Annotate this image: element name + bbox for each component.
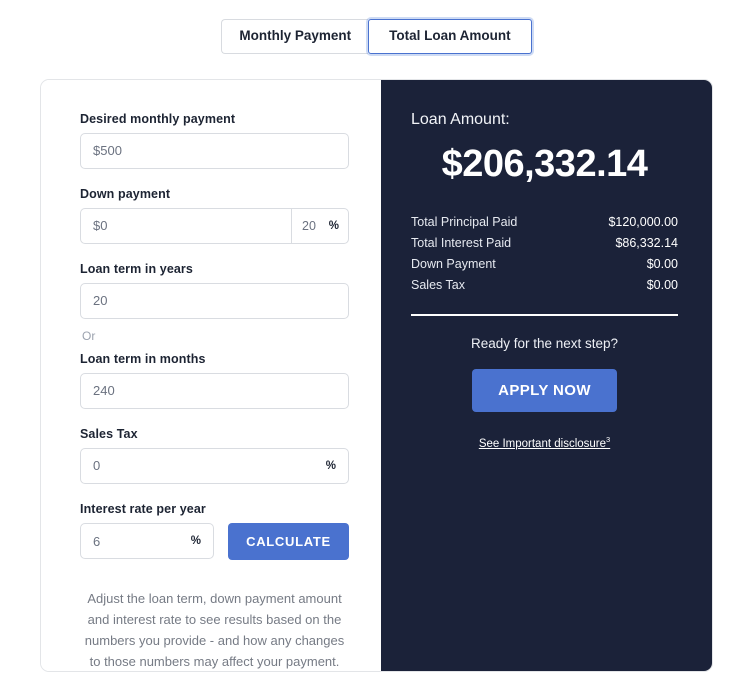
field-sales-tax: Sales Tax 0 % — [80, 427, 349, 484]
breakdown-value: $86,332.14 — [615, 236, 678, 250]
interest-rate-row: 6 % CALCULATE — [80, 522, 349, 560]
input-down-payment-percent[interactable]: 20 % — [291, 207, 349, 244]
disclosure-link[interactable]: See Important disclosure3 — [478, 434, 611, 450]
breakdown-label: Sales Tax — [411, 278, 465, 292]
input-loan-term-months-value: 240 — [93, 383, 115, 398]
label-interest-rate: Interest rate per year — [80, 501, 206, 516]
percent-symbol-icon: % — [325, 459, 336, 472]
input-interest-rate[interactable]: 6 % — [80, 523, 214, 559]
input-down-payment-amount-value: $0 — [93, 218, 108, 233]
field-down-payment: Down payment $0 20 % — [80, 187, 349, 244]
loan-form-pane: Desired monthly payment $500 Down paymen… — [41, 79, 381, 671]
apply-now-button[interactable]: APPLY NOW — [472, 368, 617, 412]
input-desired-monthly-payment-value: $500 — [93, 143, 122, 158]
input-down-payment-amount[interactable]: $0 — [80, 207, 291, 244]
tab-group: Monthly Payment Total Loan Amount — [221, 19, 532, 54]
calculator-card: Desired monthly payment $500 Down paymen… — [40, 78, 713, 672]
calculator-card-wrapper: Desired monthly payment $500 Down paymen… — [0, 54, 753, 672]
disclosure-link-text: See Important disclosure — [478, 437, 607, 450]
calculate-button[interactable]: CALCULATE — [228, 522, 349, 560]
input-down-payment-percent-value: 20 — [302, 218, 316, 233]
label-sales-tax: Sales Tax — [80, 426, 138, 441]
field-loan-term-years: Loan term in years 20 — [80, 262, 349, 319]
breakdown-label: Total Principal Paid — [411, 215, 518, 229]
next-step-prompt: Ready for the next step? — [470, 335, 619, 351]
field-interest-rate: Interest rate per year 6 % CALCULATE — [80, 502, 349, 560]
percent-symbol-icon: % — [190, 535, 201, 547]
loan-amount-value: $206,332.14 — [441, 142, 648, 185]
input-loan-term-years[interactable]: 20 — [80, 282, 349, 319]
disclosure-footnote-marker: 3 — [606, 434, 611, 444]
input-sales-tax[interactable]: 0 % — [80, 447, 349, 484]
breakdown-value: $0.00 — [646, 257, 678, 271]
disclosure-wrapper: See Important disclosure3 — [411, 434, 678, 452]
results-title: Loan Amount: — [411, 110, 510, 128]
input-loan-term-years-value: 20 — [93, 293, 108, 308]
breakdown-row: Total Interest Paid $86,332.14 — [411, 233, 678, 254]
tab-total-loan-amount[interactable]: Total Loan Amount — [368, 19, 532, 54]
section-divider — [411, 313, 678, 316]
input-desired-monthly-payment[interactable]: $500 — [80, 132, 349, 169]
input-sales-tax-value: 0 — [93, 458, 101, 473]
label-loan-term-months: Loan term in months — [80, 351, 206, 366]
tab-monthly-payment[interactable]: Monthly Payment — [221, 19, 369, 54]
percent-symbol-icon: % — [328, 219, 339, 232]
breakdown-list: Total Principal Paid $120,000.00 Total I… — [411, 212, 678, 296]
label-desired-monthly-payment: Desired monthly payment — [80, 111, 236, 126]
label-loan-term-years: Loan term in years — [80, 261, 193, 276]
breakdown-row: Down Payment $0.00 — [411, 254, 678, 275]
apply-button-wrapper: APPLY NOW — [411, 368, 678, 412]
breakdown-row: Total Principal Paid $120,000.00 — [411, 212, 678, 233]
breakdown-value: $120,000.00 — [608, 215, 678, 229]
results-pane: Loan Amount: $206,332.14 Total Principal… — [381, 79, 712, 671]
field-loan-term-months: Loan term in months 240 — [80, 352, 349, 409]
input-interest-rate-value: 6 — [93, 533, 101, 549]
breakdown-row: Sales Tax $0.00 — [411, 275, 678, 296]
breakdown-label: Total Interest Paid — [411, 236, 512, 250]
down-payment-input-group: $0 20 % — [80, 207, 349, 244]
or-divider-label: Or — [82, 328, 96, 343]
breakdown-label: Down Payment — [411, 257, 496, 271]
breakdown-value: $0.00 — [646, 278, 678, 292]
tab-bar: Monthly Payment Total Loan Amount — [0, 0, 753, 54]
field-desired-monthly-payment: Desired monthly payment $500 — [80, 112, 349, 169]
label-down-payment: Down payment — [80, 186, 171, 201]
helper-text: Adjust the loan term, down payment amoun… — [84, 590, 345, 669]
input-loan-term-months[interactable]: 240 — [80, 372, 349, 409]
